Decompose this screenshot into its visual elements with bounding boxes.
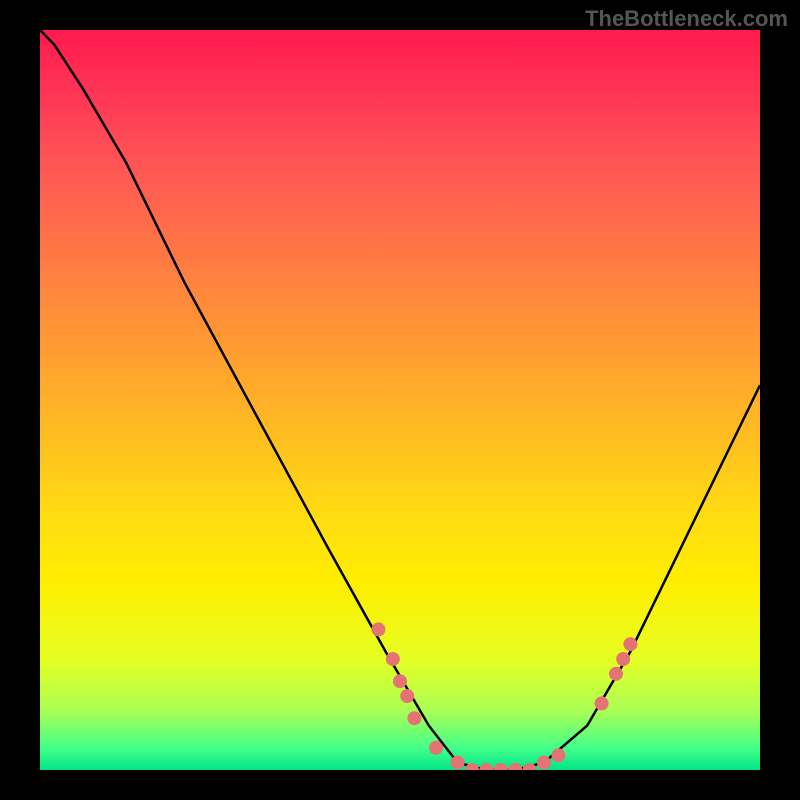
- data-point: [400, 689, 414, 703]
- data-point: [429, 741, 443, 755]
- data-point: [494, 763, 508, 770]
- data-point: [609, 667, 623, 681]
- data-point: [595, 696, 609, 710]
- data-point: [623, 637, 637, 651]
- data-point: [551, 748, 565, 762]
- watermark-text: TheBottleneck.com: [585, 6, 788, 32]
- chart-plot-area: [40, 30, 760, 770]
- data-point: [451, 756, 465, 770]
- chart-svg: [40, 30, 760, 770]
- data-point: [537, 756, 551, 770]
- bottleneck-curve: [40, 30, 760, 770]
- data-point: [616, 652, 630, 666]
- data-point: [386, 652, 400, 666]
- data-point: [371, 622, 385, 636]
- data-point: [508, 763, 522, 770]
- data-point: [393, 674, 407, 688]
- data-point: [407, 711, 421, 725]
- data-points-group: [371, 622, 637, 770]
- data-point: [479, 763, 493, 770]
